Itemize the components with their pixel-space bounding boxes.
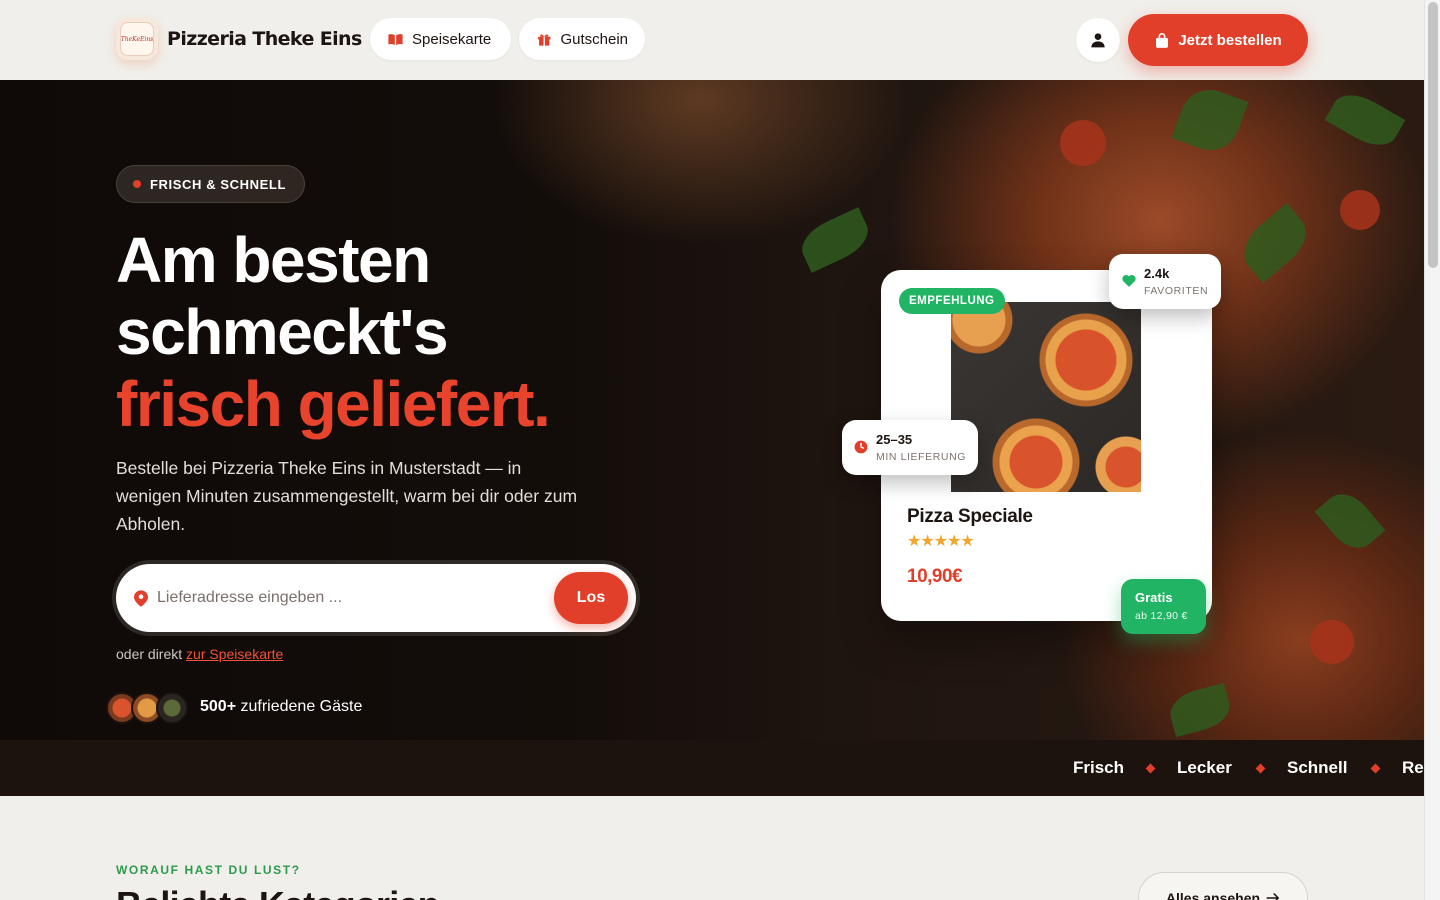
guest-avatars [106, 692, 190, 724]
menu-shortcut-link[interactable]: zur Speisekarte [186, 646, 283, 662]
basil-leaf-decor [1165, 682, 1235, 738]
top-header: TheKeEins Pizzeria Theke Eins Speisekart… [0, 0, 1424, 80]
hero-headline-line1: Am besten [116, 224, 431, 296]
marquee-item: Re [1402, 758, 1424, 777]
hero-headline-line3: frisch geliefert. [116, 368, 551, 440]
basil-leaf-decor [1233, 202, 1317, 284]
delivery-time-badge: 25–35 MIN LIEFERUNG [842, 420, 978, 475]
view-all-button[interactable]: Alles ansehen [1138, 872, 1308, 900]
diamond-icon [1255, 763, 1266, 774]
marquee-item: Schnell [1287, 758, 1348, 777]
tomato-decor [1060, 120, 1106, 166]
gift-icon [538, 34, 551, 46]
tomato-decor [1340, 190, 1380, 230]
clock-icon [854, 440, 868, 454]
address-input[interactable] [157, 584, 537, 612]
favorites-value: 2.4k [1144, 266, 1170, 281]
user-account-button[interactable] [1076, 18, 1120, 62]
marquee-item: Lecker [1177, 758, 1232, 777]
guests-count-text: 500+ zufriedene Gäste [200, 698, 362, 716]
basil-leaf-decor [1324, 85, 1406, 155]
feature-marquee: Frisch Lecker Schnell Re [0, 740, 1424, 796]
order-now-button[interactable]: Jetzt bestellen [1128, 14, 1308, 66]
order-now-label: Jetzt bestellen [1178, 31, 1282, 49]
brand-logo[interactable]: TheKeEins [116, 18, 158, 60]
guests-label: zufriedene Gäste [240, 698, 363, 715]
delivery-time-label: MIN LIEFERUNG [876, 451, 967, 463]
star-rating: ★★★★★ [907, 531, 975, 550]
basil-leaf-decor [1314, 484, 1386, 558]
nav-gutschein-label: Gutschein [560, 30, 628, 48]
logo-emblem: TheKeEins [120, 22, 154, 56]
diamond-icon [1145, 763, 1156, 774]
basil-leaf-decor [1171, 81, 1249, 159]
hero-description: Bestelle bei Pizzeria Theke Eins in Must… [116, 458, 578, 534]
address-search-bar: Los [116, 564, 636, 632]
recommendation-tag: EMPFEHLUNG [899, 288, 1005, 314]
free-delivery-title: Gratis [1135, 590, 1173, 605]
section-title: Beliebte Kategorien [116, 884, 440, 900]
hero-section: FRISCH & SCHNELL Am besten schmeckt's fr… [0, 80, 1424, 740]
shopping-bag-icon [1156, 32, 1169, 48]
heart-icon [1122, 275, 1136, 287]
brand-name[interactable]: Pizzeria Theke Eins [167, 28, 362, 50]
nav-speisekarte-label: Speisekarte [412, 30, 492, 48]
product-price: 10,90€ [907, 566, 963, 587]
diamond-icon [1370, 763, 1381, 774]
scrollbar-thumb[interactable] [1428, 2, 1438, 268]
favorites-badge: 2.4k FAVORITEN [1109, 254, 1221, 309]
guests-count: 500+ [200, 698, 237, 715]
basil-leaf-decor [794, 207, 876, 273]
product-name: Pizza Speciale [907, 506, 1033, 527]
badge-dot [133, 180, 141, 188]
pizza-image [951, 302, 1141, 492]
avatar [156, 692, 188, 724]
view-all-label: Alles ansehen [1165, 890, 1261, 900]
menu-shortcut-text: oder direkt zur Speisekarte [116, 646, 283, 662]
delivery-time-value: 25–35 [876, 432, 913, 447]
hero-headline-line2: schmeckt's [116, 296, 449, 368]
page-scrollbar[interactable] [1424, 0, 1440, 900]
favorites-label: FAVORITEN [1144, 285, 1209, 297]
section-kicker: WORAUF HAST DU LUST? [116, 863, 301, 877]
book-icon [388, 33, 403, 45]
search-submit-button[interactable]: Los [554, 572, 628, 624]
location-pin-icon [134, 590, 148, 607]
free-delivery-badge: Gratis ab 12,90 € [1121, 579, 1206, 634]
free-delivery-threshold: ab 12,90 € [1135, 610, 1188, 622]
hero-badge: FRISCH & SCHNELL [116, 165, 305, 203]
hero-badge-label: FRISCH & SCHNELL [150, 176, 286, 192]
arrow-right-icon [1266, 893, 1280, 900]
menu-shortcut-prefix: oder direkt [116, 646, 183, 662]
marquee-item: Frisch [1073, 758, 1125, 777]
nav-gutschein-button[interactable]: Gutschein [519, 18, 645, 60]
user-icon [1091, 33, 1105, 48]
nav-speisekarte-button[interactable]: Speisekarte [370, 18, 511, 60]
tomato-decor [1310, 620, 1354, 664]
